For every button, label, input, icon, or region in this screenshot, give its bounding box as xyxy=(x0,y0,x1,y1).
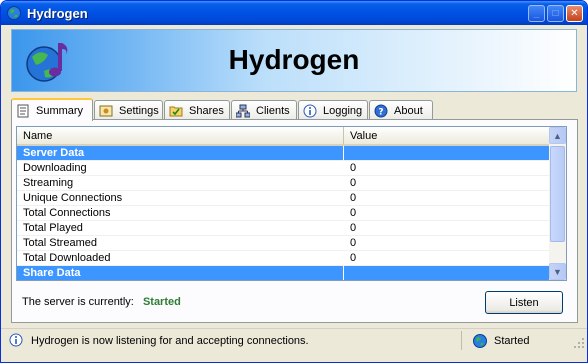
server-status: The server is currently: Started xyxy=(22,296,181,308)
row-value: 0 xyxy=(344,251,551,266)
svg-text:?: ? xyxy=(378,107,383,117)
row-name: Total Streamed xyxy=(17,236,344,251)
server-status-value: Started xyxy=(142,296,181,308)
row-name: Streaming xyxy=(17,176,344,191)
scroll-up-icon[interactable]: ▲ xyxy=(549,127,566,144)
list-body: Server Data Downloading 0 Streaming 0 Un… xyxy=(17,146,551,280)
tab-summary[interactable]: Summary xyxy=(11,98,93,121)
row-value: 0 xyxy=(344,236,551,251)
minimize-button[interactable]: _ xyxy=(528,4,545,22)
row-value xyxy=(344,266,551,280)
banner-title: Hydrogen xyxy=(228,44,360,75)
status-state-pane: Started xyxy=(466,331,571,350)
summary-panel: Name Value Server Data Downloading 0 Str… xyxy=(11,119,578,323)
tab-label: Shares xyxy=(189,104,224,117)
title-bar[interactable]: Hydrogen _ □ ✕ xyxy=(1,1,587,25)
row-name: Total Connections xyxy=(17,206,344,221)
tab-label: Clients xyxy=(256,104,290,117)
tab-clients[interactable]: Clients xyxy=(231,100,297,120)
tab-about[interactable]: ? About xyxy=(369,100,433,120)
row-value xyxy=(344,146,551,161)
row-value: 0 xyxy=(344,191,551,206)
row-value: 0 xyxy=(344,221,551,236)
row-name: Share Data xyxy=(17,266,344,280)
server-status-label: The server is currently: xyxy=(22,296,134,308)
row-name: Downloading xyxy=(17,161,344,176)
row-value: 0 xyxy=(344,206,551,221)
tab-label: Summary xyxy=(36,104,84,117)
tab-settings[interactable]: Settings xyxy=(94,100,163,120)
status-message: Hydrogen is now listening for and accept… xyxy=(31,334,309,347)
info-icon xyxy=(302,103,318,119)
row-name: Server Data xyxy=(17,146,344,161)
folder-check-icon xyxy=(168,103,184,119)
resize-grip-icon[interactable] xyxy=(573,337,585,349)
status-state: Started xyxy=(494,334,530,347)
list-row[interactable]: Total Connections 0 xyxy=(17,206,551,221)
column-header-name[interactable]: Name xyxy=(17,127,344,144)
group-row-share-data[interactable]: Share Data xyxy=(17,266,551,280)
row-name: Unique Connections xyxy=(17,191,344,206)
row-value: 0 xyxy=(344,161,551,176)
app-window: Hydrogen _ □ ✕ Hydrogen Summary Settings xyxy=(0,0,588,363)
list-row[interactable]: Total Streamed 0 xyxy=(17,236,551,251)
tab-shares[interactable]: Shares xyxy=(164,100,230,120)
banner: Hydrogen xyxy=(11,29,577,92)
status-bar: Hydrogen is now listening for and accept… xyxy=(1,328,587,350)
summary-list[interactable]: Name Value Server Data Downloading 0 Str… xyxy=(16,126,567,281)
list-row[interactable]: Unique Connections 0 xyxy=(17,191,551,206)
globe-icon xyxy=(6,5,22,21)
tab-logging[interactable]: Logging xyxy=(298,100,368,120)
list-row[interactable]: Streaming 0 xyxy=(17,176,551,191)
tab-label: Settings xyxy=(119,104,159,117)
tab-label: Logging xyxy=(323,104,363,117)
list-row[interactable]: Total Downloaded 0 xyxy=(17,251,551,266)
list-row[interactable]: Total Played 0 xyxy=(17,221,551,236)
list-row[interactable]: Downloading 0 xyxy=(17,161,551,176)
row-name: Total Played xyxy=(17,221,344,236)
tab-label: About xyxy=(394,104,423,117)
column-header-value[interactable]: Value xyxy=(344,127,551,144)
document-icon xyxy=(15,103,31,119)
settings-icon xyxy=(98,103,114,119)
info-icon xyxy=(9,333,25,349)
vertical-scrollbar[interactable]: ▲ ▼ xyxy=(549,127,566,280)
listen-button[interactable]: Listen xyxy=(485,291,563,314)
help-icon: ? xyxy=(373,103,389,119)
row-value: 0 xyxy=(344,176,551,191)
globe-icon xyxy=(472,333,488,349)
maximize-button[interactable]: □ xyxy=(547,4,564,22)
network-icon xyxy=(235,103,251,119)
list-header: Name Value xyxy=(17,127,551,146)
close-button[interactable]: ✕ xyxy=(566,4,583,22)
status-message-pane: Hydrogen is now listening for and accept… xyxy=(3,331,462,350)
scroll-down-icon[interactable]: ▼ xyxy=(549,263,566,280)
group-row-server-data[interactable]: Server Data xyxy=(17,146,551,161)
window-title: Hydrogen xyxy=(27,5,88,21)
scroll-thumb[interactable] xyxy=(550,146,565,242)
row-name: Total Downloaded xyxy=(17,251,344,266)
